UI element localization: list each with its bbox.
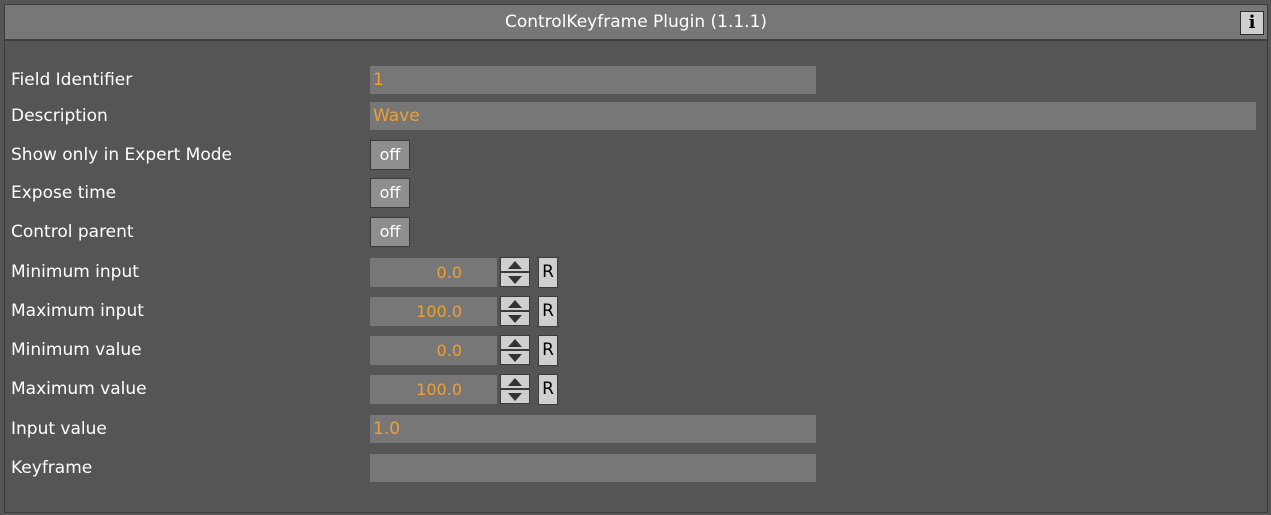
maximum-value-reset-button[interactable]: R <box>538 374 558 405</box>
row-minimum-value: Minimum value 0.0 R <box>5 333 1267 367</box>
decrement-arrow-icon[interactable] <box>500 311 530 326</box>
plugin-panel: ControlKeyframe Plugin (1.1.1) i Field I… <box>4 4 1268 513</box>
row-input-value: Input value 1.0 <box>5 412 1267 446</box>
field-identifier-label: Field Identifier <box>11 70 133 90</box>
row-show-expert: Show only in Expert Mode off <box>5 138 1267 172</box>
row-keyframe: Keyframe <box>5 451 1267 485</box>
maximum-input-field[interactable]: 100.0 <box>370 297 497 326</box>
maximum-value-field[interactable]: 100.0 <box>370 375 497 404</box>
maximum-value-label: Maximum value <box>11 379 147 399</box>
minimum-value-field[interactable]: 0.0 <box>370 336 497 365</box>
keyframe-field[interactable] <box>370 454 816 482</box>
increment-arrow-icon[interactable] <box>500 257 530 272</box>
control-parent-toggle[interactable]: off <box>370 217 410 247</box>
panel-title: ControlKeyframe Plugin (1.1.1) <box>504 12 768 32</box>
expose-time-label: Expose time <box>11 183 117 203</box>
maximum-input-reset-button[interactable]: R <box>538 296 558 327</box>
row-maximum-value: Maximum value 100.0 R <box>5 372 1267 406</box>
row-field-identifier: Field Identifier 1 <box>5 63 1267 97</box>
title-bar: ControlKeyframe Plugin (1.1.1) i <box>5 5 1267 41</box>
field-identifier-input[interactable]: 1 <box>370 66 816 94</box>
increment-arrow-icon[interactable] <box>500 296 530 311</box>
show-expert-label: Show only in Expert Mode <box>11 145 232 165</box>
minimum-value-spinner <box>500 335 538 366</box>
row-control-parent: Control parent off <box>5 215 1267 249</box>
show-expert-toggle[interactable]: off <box>370 140 410 170</box>
maximum-input-spinner <box>500 296 538 327</box>
minimum-value-reset-button[interactable]: R <box>538 335 558 366</box>
minimum-input-spinner <box>500 257 538 288</box>
row-maximum-input: Maximum input 100.0 R <box>5 294 1267 328</box>
description-label: Description <box>11 106 108 126</box>
decrement-arrow-icon[interactable] <box>500 272 530 287</box>
maximum-input-label: Maximum input <box>11 301 144 321</box>
minimum-input-field[interactable]: 0.0 <box>370 258 497 287</box>
keyframe-label: Keyframe <box>11 458 93 478</box>
expose-time-toggle[interactable]: off <box>370 178 410 208</box>
row-expose-time: Expose time off <box>5 176 1267 210</box>
input-value-field[interactable]: 1.0 <box>370 415 816 443</box>
decrement-arrow-icon[interactable] <box>500 350 530 365</box>
input-value-label: Input value <box>11 419 107 439</box>
minimum-input-label: Minimum input <box>11 262 139 282</box>
maximum-value-spinner <box>500 374 538 405</box>
decrement-arrow-icon[interactable] <box>500 389 530 404</box>
row-description: Description Wave <box>5 99 1267 133</box>
description-input[interactable]: Wave <box>370 102 1256 130</box>
minimum-value-label: Minimum value <box>11 340 142 360</box>
info-button[interactable]: i <box>1240 11 1264 35</box>
increment-arrow-icon[interactable] <box>500 335 530 350</box>
increment-arrow-icon[interactable] <box>500 374 530 389</box>
minimum-input-reset-button[interactable]: R <box>538 257 558 288</box>
row-minimum-input: Minimum input 0.0 R <box>5 255 1267 289</box>
control-parent-label: Control parent <box>11 222 134 242</box>
